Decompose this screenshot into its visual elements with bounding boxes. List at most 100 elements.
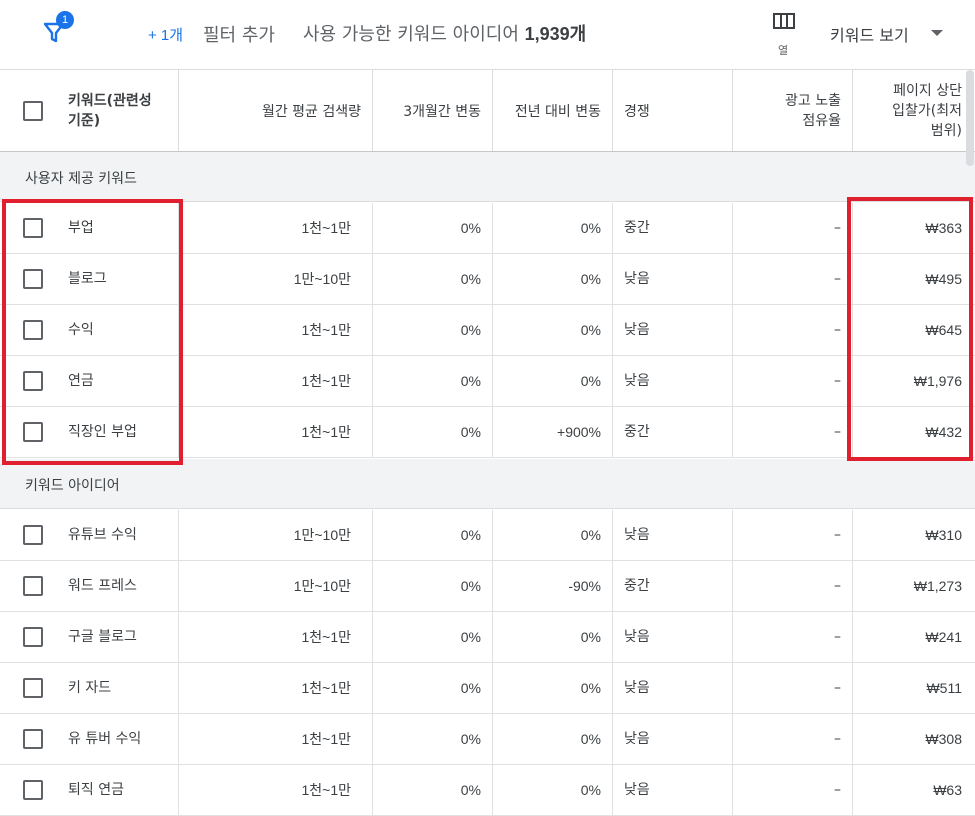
yoy-change-cell: 0% (580, 629, 601, 645)
header-top-of-page-bid[interactable]: 페이지 상단 입찰가(최저 범위) (853, 70, 962, 151)
yoy-change-cell: +900% (557, 424, 601, 440)
three-month-change-cell: 0% (460, 424, 481, 440)
row-checkbox[interactable] (23, 371, 43, 391)
select-all-checkbox[interactable] (23, 101, 43, 121)
ad-share-cell: – (834, 271, 841, 287)
table-row[interactable]: 퇴직 연금 1천~1만 0% 0% 낮음 – ₩63 (0, 765, 975, 816)
table-row[interactable]: 구글 블로그 1천~1만 0% 0% 낮음 – ₩241 (0, 612, 975, 663)
header-keyword[interactable]: 키워드(관련성 기준) (68, 70, 178, 151)
columns-icon[interactable] (773, 13, 795, 29)
competition-cell: 낮음 (624, 271, 650, 287)
filter-chip-count[interactable]: + 1개 (148, 24, 183, 45)
competition-cell: 낮음 (624, 680, 650, 696)
monthly-searches-cell: 1천~1만 (301, 220, 351, 236)
ad-share-cell: – (834, 527, 841, 543)
keyword-view-dropdown[interactable]: 키워드 보기 (830, 22, 909, 46)
competition-cell: 중간 (624, 424, 650, 440)
table-row[interactable]: 직장인 부업 1천~1만 0% +900% 중간 – ₩432 (0, 407, 975, 458)
yoy-change-cell: 0% (580, 322, 601, 338)
monthly-searches-cell: 1천~1만 (301, 629, 351, 645)
row-checkbox[interactable] (23, 218, 43, 238)
monthly-searches-cell: 1천~1만 (301, 322, 351, 338)
header-keyword-line2: 기준) (68, 112, 101, 129)
monthly-searches-cell: 1천~1만 (301, 782, 351, 798)
table-row[interactable]: 유 튜버 수익 1천~1만 0% 0% 낮음 – ₩308 (0, 714, 975, 765)
row-checkbox[interactable] (23, 729, 43, 749)
three-month-change-cell: 0% (460, 731, 481, 747)
filter-count-badge: 1 (56, 11, 74, 29)
header-yoy-change[interactable]: 전년 대비 변동 (493, 70, 601, 151)
table-row[interactable]: 부업 1천~1만 0% 0% 중간 – ₩363 (0, 203, 975, 254)
monthly-searches-cell: 1천~1만 (301, 731, 351, 747)
table-row[interactable]: 키 자드 1천~1만 0% 0% 낮음 – ₩511 (0, 663, 975, 714)
row-checkbox[interactable] (23, 678, 43, 698)
header-top-bid-line1: 페이지 상단 (893, 82, 962, 99)
ad-share-cell: – (834, 629, 841, 645)
section-label: 사용자 제공 키워드 (25, 171, 137, 187)
ad-share-cell: – (834, 578, 841, 594)
yoy-change-cell: 0% (580, 373, 601, 389)
three-month-change-cell: 0% (460, 782, 481, 798)
row-checkbox[interactable] (23, 269, 43, 289)
keyword-cell: 수익 (68, 322, 94, 338)
three-month-change-cell: 0% (460, 578, 481, 594)
columns-label[interactable]: 열 (778, 42, 788, 58)
row-checkbox[interactable] (23, 780, 43, 800)
ad-share-cell: – (834, 782, 841, 798)
section-user-keywords: 사용자 제공 키워드 (0, 152, 975, 202)
competition-cell: 낮음 (624, 731, 650, 747)
keyword-cell: 퇴직 연금 (68, 782, 124, 798)
available-ideas-count: 1,939개 (524, 24, 587, 44)
keyword-cell: 블로그 (68, 271, 107, 287)
vertical-scrollbar[interactable] (966, 70, 974, 166)
keyword-cell: 유튜브 수익 (68, 527, 137, 543)
keyword-cell: 부업 (68, 220, 94, 236)
competition-cell: 중간 (624, 578, 650, 594)
yoy-change-cell: 0% (580, 220, 601, 236)
competition-cell: 낮음 (624, 322, 650, 338)
yoy-change-cell: 0% (580, 527, 601, 543)
header-three-month-change[interactable]: 3개월간 변동 (373, 70, 481, 151)
three-month-change-cell: 0% (460, 271, 481, 287)
yoy-change-cell: -90% (568, 578, 601, 594)
yoy-change-cell: 0% (580, 680, 601, 696)
top-bid-cell: ₩511 (926, 680, 962, 696)
monthly-searches-cell: 1천~1만 (301, 680, 351, 696)
keyword-cell: 유 튜버 수익 (68, 731, 142, 747)
add-filter-button[interactable]: 필터 추가 (203, 21, 275, 47)
top-bid-cell: ₩241 (925, 629, 962, 645)
three-month-change-cell: 0% (460, 680, 481, 696)
competition-cell: 중간 (624, 220, 650, 236)
top-bid-cell: ₩432 (925, 424, 962, 440)
header-ad-impression-share[interactable]: 광고 노출 점유율 (733, 70, 841, 151)
top-bid-cell: ₩310 (925, 527, 962, 543)
three-month-change-cell: 0% (460, 527, 481, 543)
header-monthly-searches[interactable]: 월간 평균 검색량 (179, 70, 361, 151)
row-checkbox[interactable] (23, 627, 43, 647)
table-row[interactable]: 블로그 1만~10만 0% 0% 낮음 – ₩495 (0, 254, 975, 305)
monthly-searches-cell: 1천~1만 (301, 373, 351, 389)
table-row[interactable]: 유튜브 수익 1만~10만 0% 0% 낮음 – ₩310 (0, 510, 975, 561)
row-checkbox[interactable] (23, 576, 43, 596)
header-competition[interactable]: 경쟁 (624, 70, 724, 151)
top-bid-cell: ₩63 (933, 782, 962, 798)
row-checkbox[interactable] (23, 422, 43, 442)
available-ideas: 사용 가능한 키워드 아이디어 1,939개 (303, 20, 586, 46)
row-checkbox[interactable] (23, 320, 43, 340)
table-row[interactable]: 수익 1천~1만 0% 0% 낮음 – ₩645 (0, 305, 975, 356)
table-row[interactable]: 워드 프레스 1만~10만 0% -90% 중간 – ₩1,273 (0, 561, 975, 612)
three-month-change-cell: 0% (460, 373, 481, 389)
keyword-cell: 워드 프레스 (68, 578, 137, 594)
ad-share-cell: – (834, 220, 841, 236)
top-bid-cell: ₩363 (925, 220, 962, 236)
competition-cell: 낮음 (624, 373, 650, 389)
monthly-searches-cell: 1만~10만 (293, 527, 351, 543)
dropdown-caret-icon[interactable] (931, 30, 943, 36)
row-checkbox[interactable] (23, 525, 43, 545)
keyword-cell: 직장인 부업 (68, 424, 137, 440)
ad-share-cell: – (834, 680, 841, 696)
section-label: 키워드 아이디어 (25, 478, 120, 494)
top-bid-cell: ₩1,273 (913, 578, 962, 594)
ad-share-cell: – (834, 731, 841, 747)
table-row[interactable]: 연금 1천~1만 0% 0% 낮음 – ₩1,976 (0, 356, 975, 407)
